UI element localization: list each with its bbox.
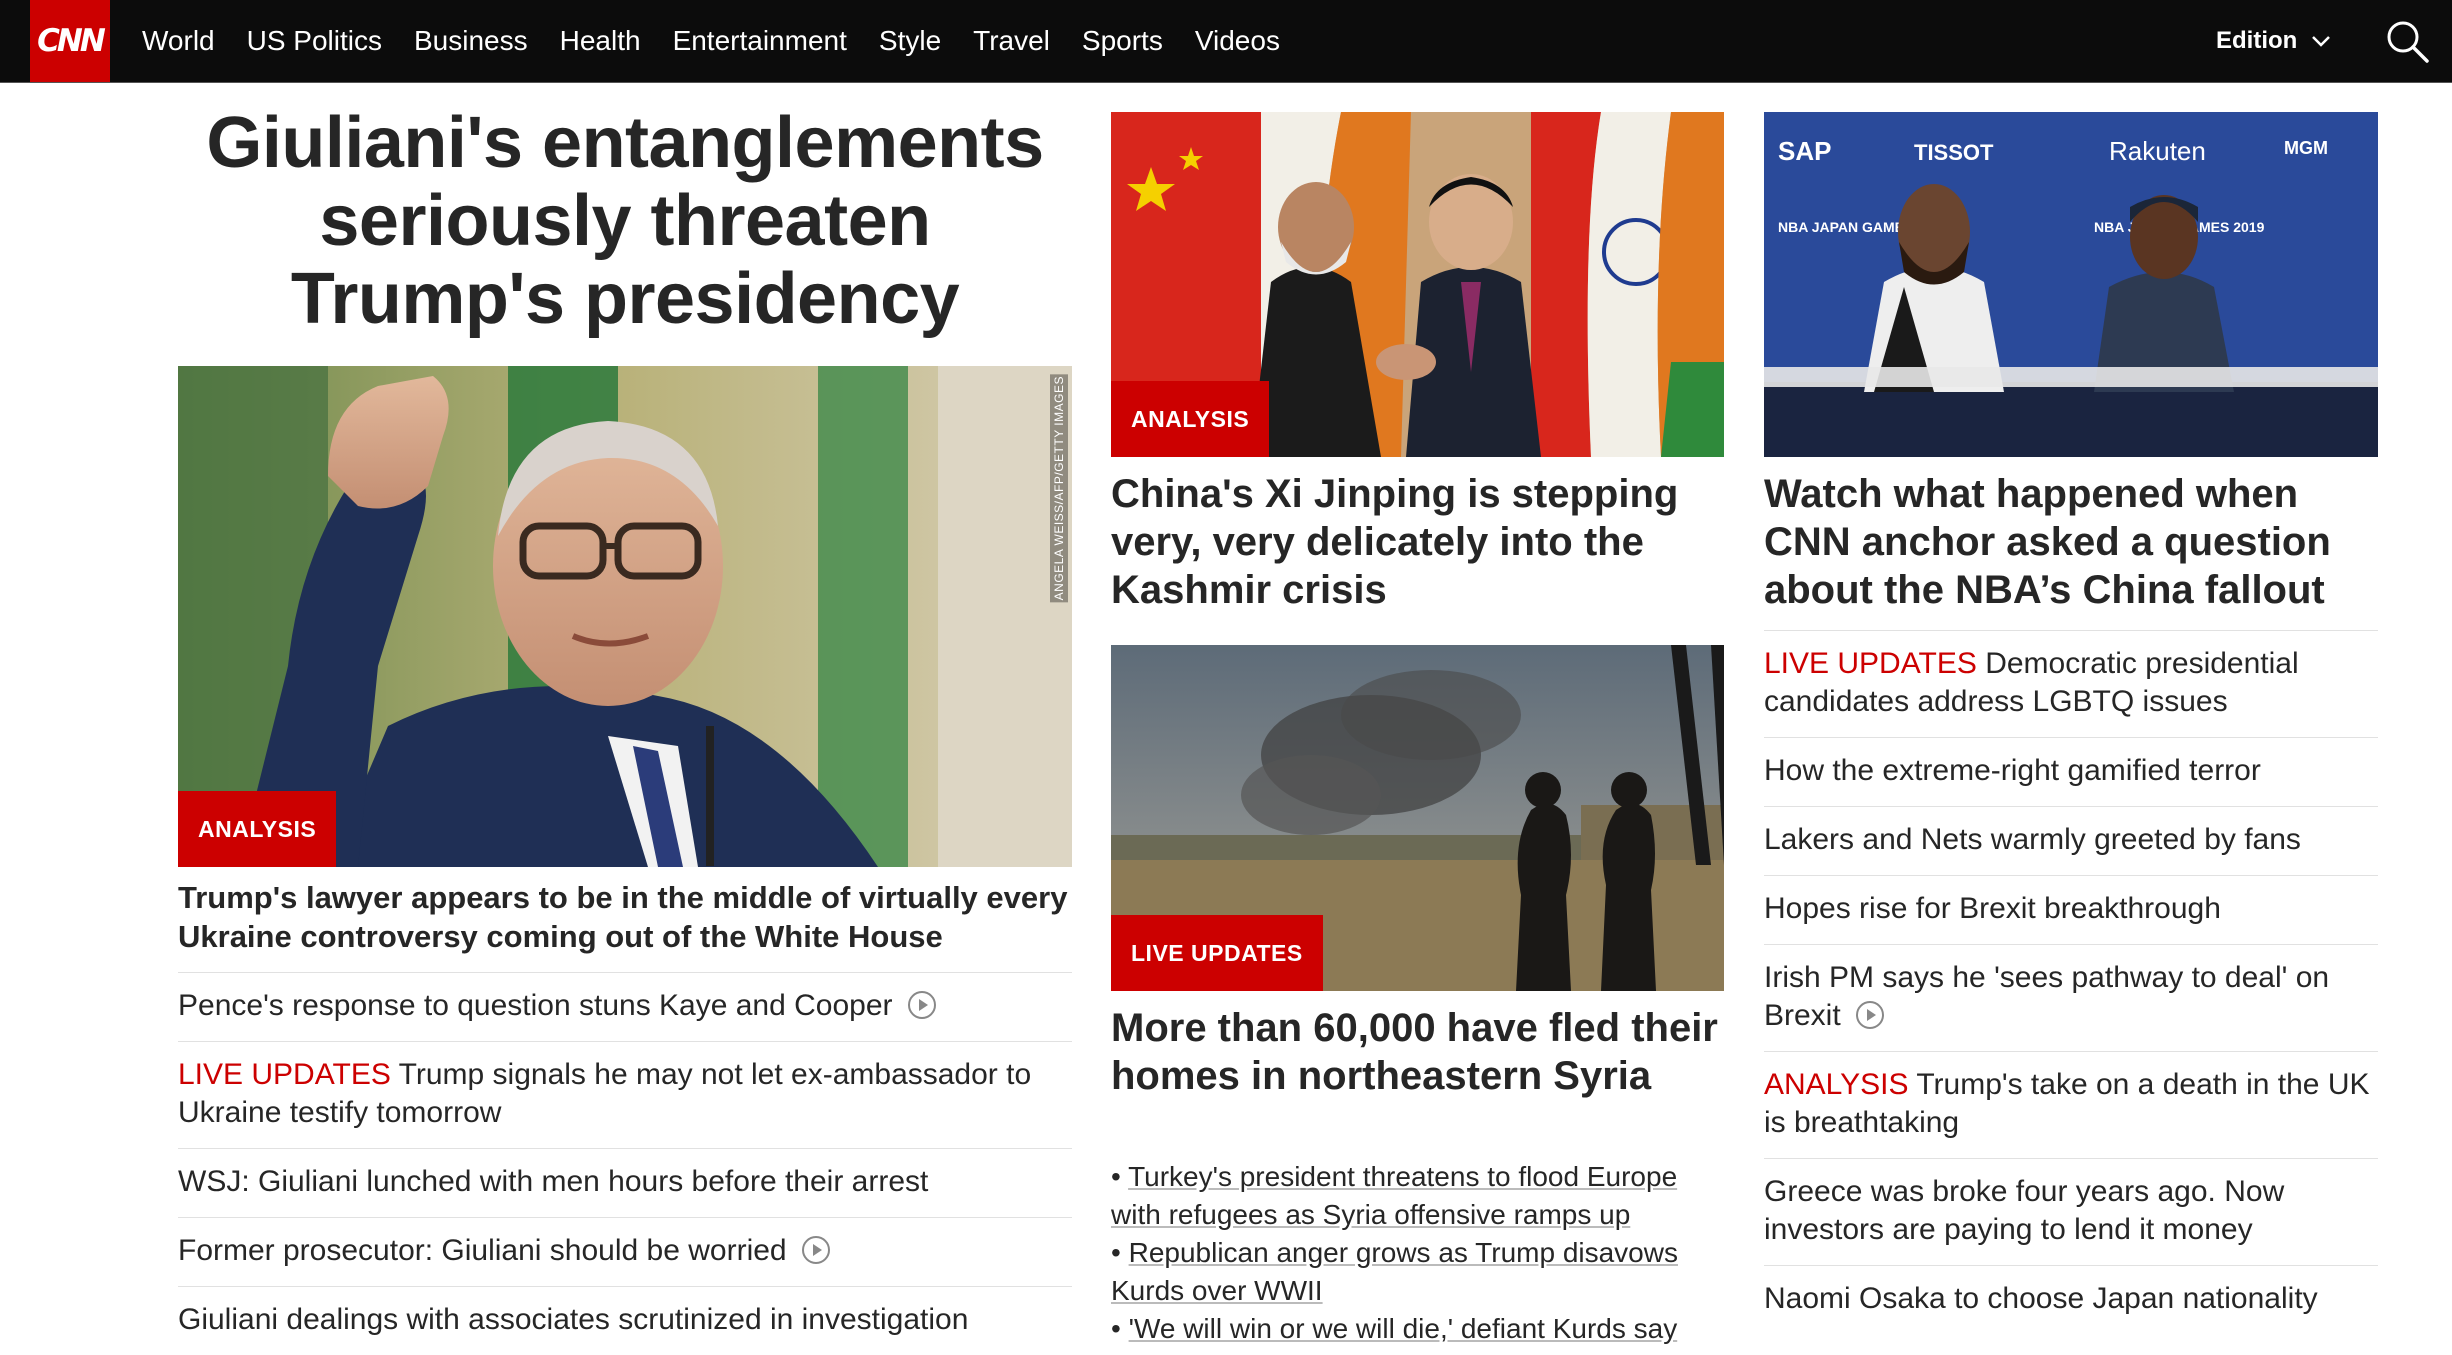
- giuliani-photo[interactable]: ANGELA WEISS/AFP/GETTY IMAGES ANALYSIS: [178, 366, 1072, 867]
- bullet-link[interactable]: Republican anger grows as Trump disavows…: [1111, 1237, 1678, 1306]
- list-item[interactable]: Former prosecutor: Giuliani should be wo…: [178, 1217, 1072, 1286]
- analysis-label: ANALYSIS: [1764, 1068, 1909, 1101]
- list-item[interactable]: Naomi Osaka to choose Japan nationality: [1764, 1265, 2378, 1334]
- logo-text: CNN: [37, 23, 106, 59]
- story-text: Lakers and Nets warmly greeted by fans: [1764, 823, 2301, 856]
- bullet-link[interactable]: 'We will win or we will die,' defiant Ku…: [1129, 1313, 1678, 1344]
- nav-item-business[interactable]: Business: [414, 25, 528, 57]
- col1-story-list: Pence's response to question stuns Kaye …: [178, 972, 1072, 1355]
- list-item[interactable]: How the extreme-right gamified terror: [1764, 737, 2378, 806]
- play-video-icon: [801, 1236, 830, 1264]
- nav-item-entertainment[interactable]: Entertainment: [673, 25, 847, 57]
- syria-bullet-list: • Turkey's president threatens to flood …: [1111, 1158, 1724, 1348]
- sponsor-mgm: MGM: [2284, 138, 2328, 158]
- nav-item-style[interactable]: Style: [879, 25, 941, 57]
- story-text: Greece was broke four years ago. Now inv…: [1764, 1175, 2285, 1246]
- photo-credit: ANGELA WEISS/AFP/GETTY IMAGES: [1050, 374, 1068, 603]
- syria-photo[interactable]: LIVE UPDATES: [1111, 645, 1724, 991]
- bullet-link[interactable]: Turkey's president threatens to flood Eu…: [1111, 1161, 1677, 1230]
- list-item[interactable]: Hopes rise for Brexit breakthrough: [1764, 875, 2378, 944]
- sponsor-tissot: TISSOT: [1914, 140, 1994, 165]
- top-nav: CNN World US Politics Business Health En…: [0, 0, 2452, 83]
- list-item[interactable]: LIVE UPDATES Trump signals he may not le…: [178, 1041, 1072, 1148]
- nba-china-headline[interactable]: Watch what happened when CNN anchor aske…: [1764, 470, 2378, 614]
- cnn-logo[interactable]: CNN: [30, 0, 110, 82]
- syria-headline[interactable]: More than 60,000 have fled their homes i…: [1111, 1004, 1724, 1100]
- story-text: Pence's response to question stuns Kaye …: [178, 989, 893, 1022]
- analysis-badge: ANALYSIS: [1111, 381, 1270, 457]
- story-text: WSJ: Giuliani lunched with men hours bef…: [178, 1165, 929, 1198]
- list-item[interactable]: Irish PM says he 'sees pathway to deal' …: [1764, 944, 2378, 1051]
- lead-subheadline[interactable]: Trump's lawyer appears to be in the midd…: [178, 878, 1072, 956]
- col3-story-list: LIVE UPDATES Democratic presidential can…: [1764, 630, 2378, 1334]
- list-item[interactable]: • 'We will win or we will die,' defiant …: [1111, 1310, 1724, 1348]
- story-text: Giuliani dealings with associates scruti…: [178, 1303, 969, 1336]
- xi-modi-photo[interactable]: ANALYSIS: [1111, 112, 1724, 457]
- nav-item-world[interactable]: World: [142, 25, 215, 57]
- chevron-down-icon: [2312, 36, 2331, 47]
- nba-press-image: SAP TISSOT Rakuten MGM NBA JAPAN GAMES 2…: [1764, 112, 2378, 457]
- nav-item-health[interactable]: Health: [560, 25, 641, 57]
- sponsor-sap: SAP: [1778, 136, 1831, 166]
- nav-item-sports[interactable]: Sports: [1082, 25, 1163, 57]
- search-icon[interactable]: [2384, 18, 2430, 64]
- nav-item-travel[interactable]: Travel: [973, 25, 1050, 57]
- nav-item-us-politics[interactable]: US Politics: [247, 25, 382, 57]
- lead-headline[interactable]: Giuliani's entanglements seriously threa…: [178, 104, 1072, 338]
- nav-item-videos[interactable]: Videos: [1195, 25, 1280, 57]
- play-video-icon: [907, 991, 936, 1019]
- list-item[interactable]: Pence's response to question stuns Kaye …: [178, 972, 1072, 1041]
- live-updates-label: LIVE UPDATES: [1764, 647, 1977, 680]
- play-video-icon: [1856, 1001, 1885, 1029]
- story-text: Naomi Osaka to choose Japan nationality: [1764, 1282, 2318, 1315]
- sponsor-rakuten: Rakuten: [2109, 136, 2206, 166]
- list-item[interactable]: ANALYSIS Trump's take on a death in the …: [1764, 1051, 2378, 1158]
- live-updates-badge: LIVE UPDATES: [1111, 915, 1323, 991]
- nav-menu: World US Politics Business Health Entert…: [142, 0, 1312, 82]
- list-item[interactable]: LIVE UPDATES Democratic presidential can…: [1764, 630, 2378, 737]
- list-item[interactable]: Lakers and Nets warmly greeted by fans: [1764, 806, 2378, 875]
- list-item[interactable]: WSJ: Giuliani lunched with men hours bef…: [178, 1148, 1072, 1217]
- story-text: Irish PM says he 'sees pathway to deal' …: [1764, 961, 2330, 1032]
- list-item[interactable]: Giuliani dealings with associates scruti…: [178, 1286, 1072, 1355]
- edition-label: Edition: [2216, 27, 2298, 54]
- list-item[interactable]: • Turkey's president threatens to flood …: [1111, 1158, 1724, 1234]
- list-item[interactable]: • Republican anger grows as Trump disavo…: [1111, 1234, 1724, 1310]
- story-text: Hopes rise for Brexit breakthrough: [1764, 892, 2221, 925]
- analysis-badge: ANALYSIS: [178, 791, 337, 867]
- live-updates-label: LIVE UPDATES: [178, 1058, 391, 1091]
- xi-kashmir-headline[interactable]: China's Xi Jinping is stepping very, ver…: [1111, 470, 1724, 614]
- nba-photo[interactable]: SAP TISSOT Rakuten MGM NBA JAPAN GAMES 2…: [1764, 112, 2378, 457]
- list-item[interactable]: Greece was broke four years ago. Now inv…: [1764, 1158, 2378, 1265]
- edition-dropdown[interactable]: Edition: [2216, 0, 2331, 82]
- story-text: How the extreme-right gamified terror: [1764, 754, 2261, 787]
- story-text: Former prosecutor: Giuliani should be wo…: [178, 1234, 787, 1267]
